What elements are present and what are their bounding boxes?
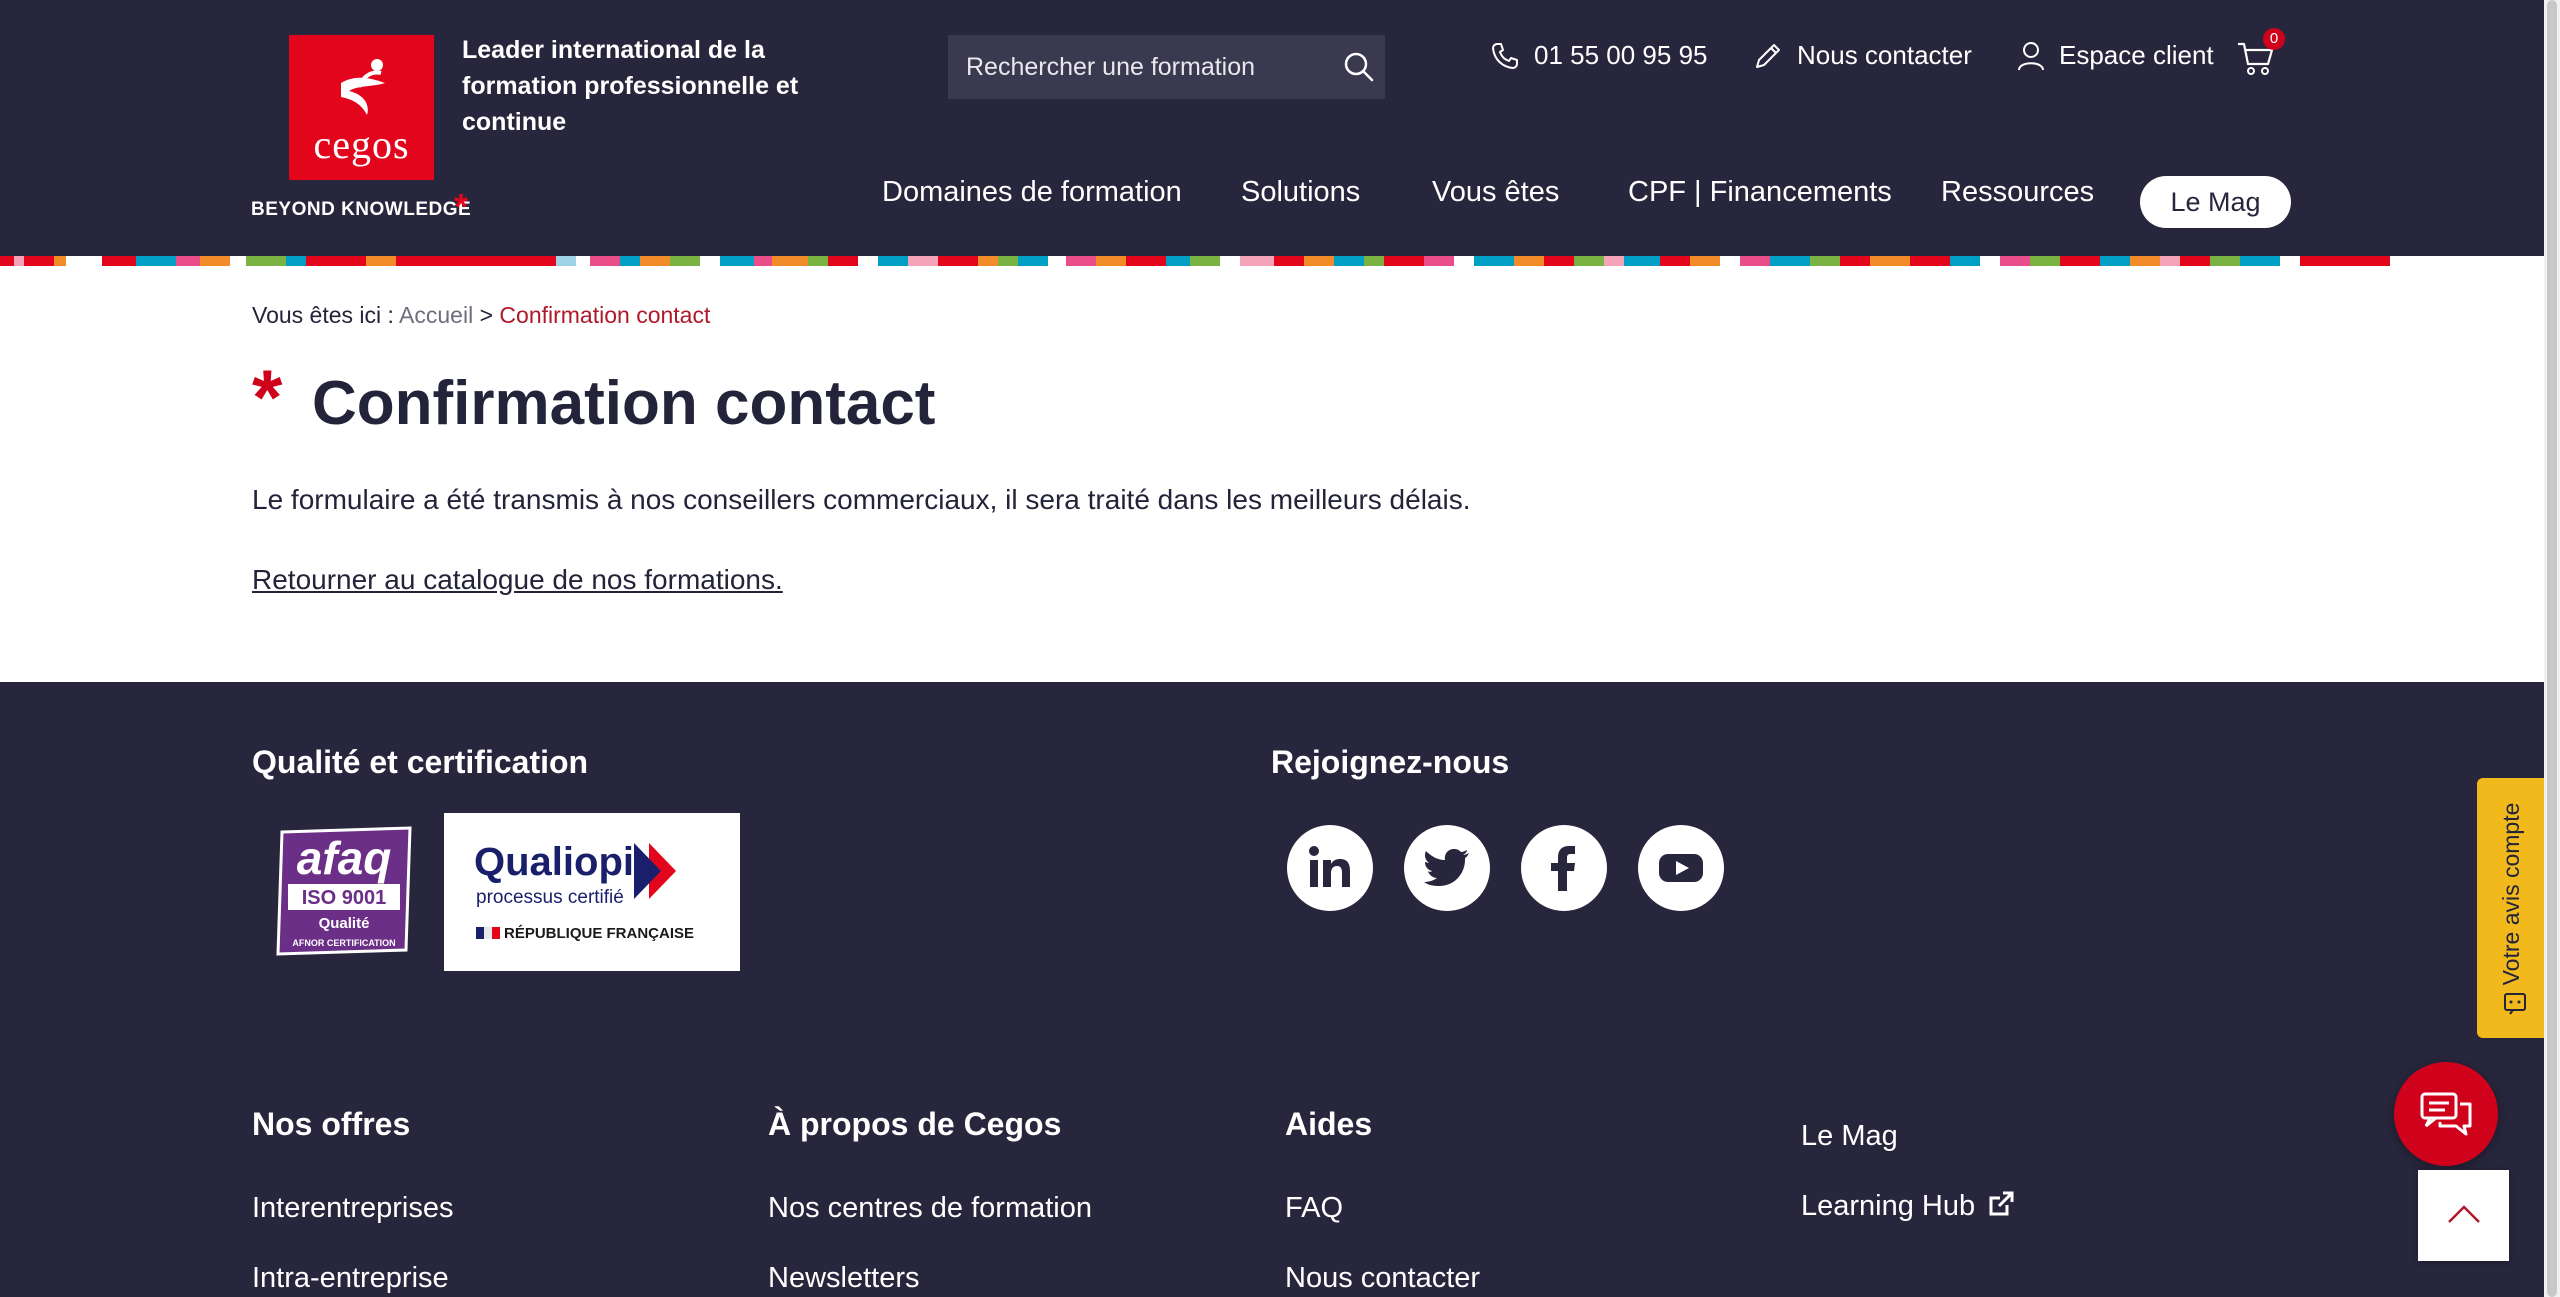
breadcrumb-current: Confirmation contact <box>499 302 711 328</box>
decorative-stripe <box>0 256 2544 266</box>
afaq-brand: afaq <box>297 832 392 884</box>
footer-link-intra-entreprise[interactable]: Intra-entreprise <box>252 1262 449 1295</box>
learning-hub-label: Learning Hub <box>1801 1190 1976 1222</box>
footer-link-newsletters[interactable]: Newsletters <box>768 1262 920 1295</box>
back-to-catalog-link[interactable]: Retourner au catalogue de nos formations… <box>252 564 783 596</box>
contact-label: Nous contacter <box>1797 40 1972 70</box>
client-space-link[interactable]: Espace client <box>2017 40 2214 71</box>
qualiopi-brand: Qualiopi <box>474 840 634 884</box>
footer-link-nous-contacter[interactable]: Nous contacter <box>1285 1262 1480 1295</box>
chat-icon <box>2420 1092 2472 1136</box>
external-link-icon <box>1989 1191 2014 1216</box>
back-to-top-button[interactable] <box>2418 1170 2509 1261</box>
afaq-norm: ISO 9001 <box>302 887 387 909</box>
feedback-icon <box>2504 993 2526 1015</box>
logo-asterisk-icon: * <box>454 186 469 227</box>
chat-button[interactable] <box>2394 1062 2498 1166</box>
breadcrumb-home-link[interactable]: Accueil <box>399 302 473 328</box>
linkedin-link[interactable] <box>1287 825 1373 911</box>
search-input[interactable] <box>948 35 1318 99</box>
footer-link-centres[interactable]: Nos centres de formation <box>768 1192 1092 1225</box>
site-footer: Qualité et certification Rejoignez-nous … <box>0 682 2544 1297</box>
youtube-icon <box>1659 854 1703 882</box>
footer-col-apropos-heading: À propos de Cegos <box>768 1106 1062 1142</box>
scrollbar-thumb[interactable] <box>2547 0 2557 1297</box>
footer-link-interentreprises[interactable]: Interentreprises <box>252 1192 454 1225</box>
cart-count-badge: 0 <box>2263 28 2285 50</box>
client-space-label: Espace client <box>2059 40 2214 70</box>
search-icon[interactable] <box>1343 51 1375 83</box>
breadcrumb: Vous êtes ici : Accueil > Confirmation c… <box>252 302 710 329</box>
phone-link[interactable]: 01 55 00 95 95 <box>1490 40 1708 71</box>
logo-tagline: BEYOND KNOWLEDGE <box>251 199 472 220</box>
site-header: cegos BEYOND KNOWLEDGE * Leader internat… <box>0 0 2544 256</box>
pencil-icon <box>1756 43 1780 68</box>
contact-link[interactable]: Nous contacter <box>1753 40 1972 71</box>
facebook-icon <box>1551 846 1575 891</box>
logo-wordmark: cegos <box>313 122 410 167</box>
review-feedback-tab[interactable]: Votre avis compte <box>2477 778 2544 1038</box>
qualiopi-sub: processus certifié <box>476 887 624 908</box>
footer-link-learning-hub[interactable]: Learning Hub <box>1801 1190 2015 1223</box>
cegos-logo[interactable]: cegos <box>289 35 434 180</box>
user-icon <box>2018 41 2044 70</box>
nav-ressources[interactable]: Ressources <box>1941 176 2094 209</box>
phone-icon <box>1492 42 1518 69</box>
le-mag-button[interactable]: Le Mag <box>2140 176 2291 228</box>
footer-link-faq[interactable]: FAQ <box>1285 1192 1343 1225</box>
qualiopi-country: RÉPUBLIQUE FRANÇAISE <box>504 925 694 942</box>
facebook-link[interactable] <box>1521 825 1607 911</box>
logo-figure-icon <box>341 59 385 115</box>
footer-link-le-mag[interactable]: Le Mag <box>1801 1120 1898 1153</box>
nav-domaines[interactable]: Domaines de formation <box>882 176 1182 209</box>
afaq-iso-9001-logo: afaq ISO 9001 Qualité AFNOR CERTIFICATIO… <box>276 826 412 956</box>
join-heading: Rejoignez-nous <box>1271 744 1510 780</box>
nav-vous-etes[interactable]: Vous êtes <box>1432 176 1559 209</box>
title-asterisk-icon: * <box>252 353 283 441</box>
page-title: Confirmation contact <box>312 369 936 438</box>
search-bar <box>948 35 1385 99</box>
chevron-up-icon <box>2448 1205 2480 1223</box>
breadcrumb-prefix: Vous êtes ici : <box>252 302 394 328</box>
page-scrollbar[interactable] <box>2544 0 2560 1297</box>
phone-number: 01 55 00 95 95 <box>1534 40 1708 70</box>
footer-col-aides-heading: Aides <box>1285 1106 1373 1142</box>
youtube-link[interactable] <box>1638 825 1724 911</box>
footer-col-offres-heading: Nos offres <box>252 1106 411 1142</box>
breadcrumb-separator: > <box>479 302 494 328</box>
afaq-org: AFNOR CERTIFICATION <box>292 938 395 948</box>
confirmation-message: Le formulaire a été transmis à nos conse… <box>252 484 1471 515</box>
quality-heading: Qualité et certification <box>252 744 589 780</box>
afaq-label: Qualité <box>319 915 370 932</box>
qualiopi-logo: Qualiopi processus certifié RÉPUBLIQUE F… <box>444 813 740 971</box>
nav-cpf-financements[interactable]: CPF | Financements <box>1628 176 1892 209</box>
twitter-icon <box>1424 849 1469 886</box>
nav-solutions[interactable]: Solutions <box>1241 176 1360 209</box>
header-baseline: Leader international de la formation pro… <box>462 36 799 136</box>
twitter-link[interactable] <box>1404 825 1490 911</box>
linkedin-icon <box>1309 846 1350 887</box>
